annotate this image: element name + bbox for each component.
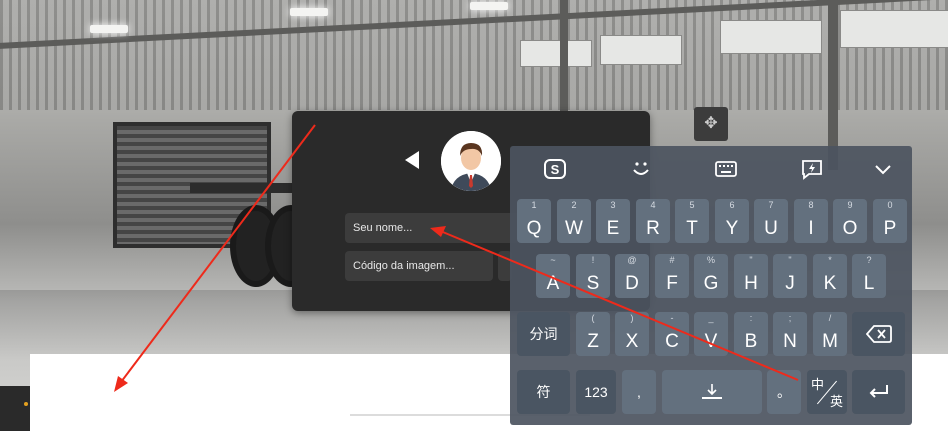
emoji-icon[interactable]: [628, 156, 654, 182]
key-q[interactable]: 1Q: [517, 199, 551, 243]
keyboard-toolbar: S: [510, 146, 912, 190]
avatar: [441, 131, 501, 191]
lang-switch-key[interactable]: 中 英: [807, 370, 847, 414]
key-s[interactable]: ! S: [576, 254, 610, 298]
keyboard-layout-icon[interactable]: [713, 156, 739, 182]
quick-phrase-icon[interactable]: [799, 156, 825, 182]
steel-column: [828, 0, 838, 170]
key-k[interactable]: * K: [813, 254, 847, 298]
comma-key[interactable]: ,: [622, 370, 656, 414]
svg-text:S: S: [551, 162, 560, 177]
wall-panels: [0, 0, 948, 110]
sogou-logo-icon[interactable]: S: [542, 156, 568, 182]
wall-window: [520, 40, 592, 67]
ceiling-light: [470, 2, 508, 10]
on-screen-keyboard: S 1Q 2W 3E 4R 5T 6Y 7U 8I 9O 0P ~ A ! S @ D…: [510, 146, 912, 425]
key-u[interactable]: 7U: [754, 199, 788, 243]
fenci-key[interactable]: 分词: [517, 312, 570, 356]
key-w[interactable]: 2W: [557, 199, 591, 243]
key-h[interactable]: " H: [734, 254, 768, 298]
wall-window: [720, 20, 822, 54]
key-e[interactable]: 3E: [596, 199, 630, 243]
key-y[interactable]: 6Y: [715, 199, 749, 243]
key-n[interactable]: ; N: [773, 312, 807, 356]
key-t[interactable]: 5T: [675, 199, 709, 243]
ceiling-light: [90, 25, 128, 33]
wall-window: [600, 35, 682, 65]
key-a[interactable]: ~ A: [536, 254, 570, 298]
key-j[interactable]: " J: [773, 254, 807, 298]
key-r[interactable]: 4R: [636, 199, 670, 243]
number-key[interactable]: 123: [576, 370, 616, 414]
collapse-chevron-icon[interactable]: [870, 156, 896, 182]
key-o[interactable]: 9O: [833, 199, 867, 243]
key-z[interactable]: (Z: [576, 312, 610, 356]
enter-icon: [869, 385, 888, 398]
wall-window: [840, 10, 948, 48]
backspace-icon: [866, 325, 892, 343]
backspace-key[interactable]: [852, 312, 905, 356]
period-key[interactable]: 。: [767, 370, 801, 414]
key-g[interactable]: % G: [694, 254, 728, 298]
taskbar-corner: [0, 386, 30, 431]
key-c[interactable]: -C: [655, 312, 689, 356]
space-key[interactable]: [662, 370, 762, 414]
key-x[interactable]: ) X: [615, 312, 649, 356]
key-d[interactable]: @ D: [615, 254, 649, 298]
space-bar-icon: [702, 384, 722, 399]
name-input[interactable]: Seu nome...: [345, 213, 520, 243]
key-v[interactable]: _ V: [694, 312, 728, 356]
move-icon[interactable]: ✥: [694, 107, 728, 141]
key-f[interactable]: # F: [655, 254, 689, 298]
key-i[interactable]: 8I: [794, 199, 828, 243]
key-p[interactable]: 0P: [873, 199, 907, 243]
symbol-key[interactable]: 符: [517, 370, 570, 414]
key-b[interactable]: :B: [734, 312, 768, 356]
back-arrow-icon[interactable]: [405, 151, 419, 169]
key-m[interactable]: / M: [813, 312, 847, 356]
ceiling-light: [290, 8, 328, 16]
enter-key[interactable]: [852, 370, 905, 414]
status-dot: [24, 402, 28, 406]
key-l[interactable]: ? L: [852, 254, 886, 298]
captcha-input[interactable]: Código da imagem...: [345, 251, 493, 281]
